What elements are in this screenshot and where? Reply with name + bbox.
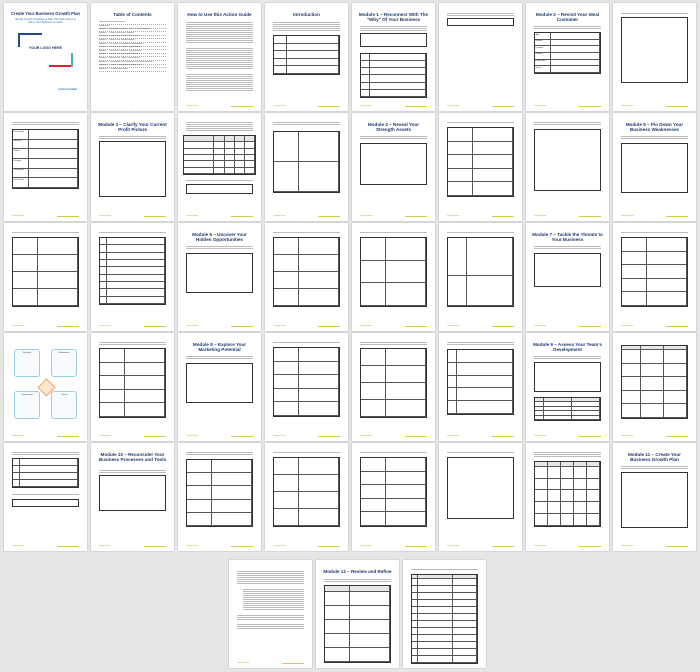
page-module-8-cont[interactable]: Company Name: [265, 333, 348, 441]
page-toc[interactable]: Table of Contents How to Use this Action…: [91, 3, 174, 111]
page-module-6-cont[interactable]: Company Name: [265, 223, 348, 331]
page-module-11[interactable]: Module 11 – Create Your Business Growth …: [613, 443, 696, 551]
table-cell[interactable]: [551, 33, 600, 40]
page-title: Module 8 – Explore Your Marketing Potent…: [192, 342, 247, 353]
table-row-label: Challenges: [13, 168, 30, 179]
page-module-3-cont[interactable]: Company Name: [265, 113, 348, 221]
table-row-label: Lifestyle: [13, 159, 30, 169]
page-module-1-cont[interactable]: Company Name: [439, 3, 522, 111]
page-title: How to Use this Action Guide: [187, 12, 252, 17]
table-cell[interactable]: [29, 168, 78, 179]
page-module-10-box[interactable]: Company Name: [439, 443, 522, 551]
page-module-6-table[interactable]: Company Name: [352, 223, 435, 331]
cover-subtitle: Identify Growth Obstacles & Map Out Acti…: [15, 18, 76, 24]
page-title: Module 10 – Reconsider Your Business Pro…: [98, 452, 167, 463]
page-module-6-extra[interactable]: Company Name: [439, 223, 522, 331]
toc-title: Table of Contents: [113, 12, 152, 17]
page-module-7-cont[interactable]: Company Name: [613, 223, 696, 331]
page-title: Module 12 – Review and Refine: [323, 569, 392, 574]
page-module-10[interactable]: Module 10 – Reconsider Your Business Pro…: [91, 443, 174, 551]
page-module-5[interactable]: Module 5 – Pin Down Your Business Weakne…: [613, 113, 696, 221]
page-module-10-cont[interactable]: Company Name: [178, 443, 261, 551]
page-title: Module 3 – Clarify Your Current Profit P…: [98, 122, 167, 133]
page-title: Module 1 – Reconnect With The "Why" Of Y…: [358, 12, 429, 23]
page-module-4-cont[interactable]: Company Name: [439, 113, 522, 221]
swot-opportunities: Opportunities: [14, 391, 40, 419]
page-module-2[interactable]: Module 2 – Revisit Your Ideal Customer A…: [526, 3, 609, 111]
page-module-5-list[interactable]: Company Name: [91, 223, 174, 331]
swot-strengths: Strengths: [14, 349, 40, 377]
page-module-4[interactable]: Module 4 – Reveal Your Strength Assets C…: [352, 113, 435, 221]
table-row-label: Gender: [535, 39, 552, 47]
table-row-label: Values: [13, 149, 30, 159]
page-module-3-table[interactable]: Company Name: [178, 113, 261, 221]
page-module-10-table[interactable]: Company Name: [265, 443, 348, 551]
page-title: Module 4 – Reveal Your Strength Assets: [367, 122, 420, 133]
page-title: Module 9 – Assess Your Team's Developmen…: [533, 342, 602, 353]
swot-weaknesses: Weaknesses: [51, 349, 77, 377]
page-module-8[interactable]: Module 8 – Explore Your Marketing Potent…: [178, 333, 261, 441]
page-module-8-list[interactable]: Company Name: [439, 333, 522, 441]
swot-threats: Threats: [51, 391, 77, 419]
page-module-10-grid[interactable]: Company Name: [526, 443, 609, 551]
page-module-5-cont[interactable]: Company Name: [4, 223, 87, 331]
cover-footer: Action Guide: [58, 87, 77, 91]
page-module-6[interactable]: Module 6 – Uncover Your Hidden Opportuni…: [178, 223, 261, 331]
page-module-8-table[interactable]: Company Name: [352, 333, 435, 441]
page-module-12-cont[interactable]: [403, 560, 486, 668]
page-module-1[interactable]: Module 1 – Reconnect With The "Why" Of Y…: [352, 3, 435, 111]
page-how-to[interactable]: How to Use this Action Guide Company Nam…: [178, 3, 261, 111]
table-cell[interactable]: [29, 139, 78, 150]
table-row-label: Interests: [13, 139, 30, 150]
table-cell[interactable]: [551, 39, 600, 47]
page-title: Module 6 – Uncover Your Hidden Opportuni…: [192, 232, 247, 243]
table-cell[interactable]: [29, 159, 78, 169]
module-1-table: [360, 53, 427, 98]
page-module-2-cont[interactable]: Company Name: [613, 3, 696, 111]
table-row-label: Income: [535, 52, 552, 60]
document-thumbnail-grid: Create Your Business Growth Plan Identif…: [0, 0, 700, 672]
cover-title: Create Your Business Growth Plan: [11, 11, 80, 16]
table-row-label: Location: [535, 46, 552, 53]
table-row-label: Profession: [535, 59, 552, 67]
page-module-7[interactable]: Module 7 – Tackle the Threats to Your Bu…: [526, 223, 609, 331]
page-title: Module 7 – Tackle the Threats to Your Bu…: [532, 232, 603, 243]
table-row-label: Pain Points: [13, 178, 30, 188]
table-cell[interactable]: [551, 59, 600, 67]
page-intro[interactable]: Introduction Company Name: [265, 3, 348, 111]
page-title: Introduction: [293, 12, 320, 17]
table-cell[interactable]: [551, 52, 600, 60]
page-title: Module 11 – Create Your Business Growth …: [628, 452, 681, 463]
page-swot[interactable]: Strengths Weaknesses Opportunities Threa…: [4, 333, 87, 441]
table-cell[interactable]: [29, 178, 78, 188]
page-profile[interactable]: Personality Interests Values Lifestyle Chall…: [4, 113, 87, 221]
page-cover[interactable]: Create Your Business Growth Plan Identif…: [4, 3, 87, 111]
page-module-9[interactable]: Module 9 – Assess Your Team's Developmen…: [526, 333, 609, 441]
table-cell[interactable]: [29, 130, 78, 140]
page-module-11-cont[interactable]: Company Name: [229, 560, 312, 668]
profile-table: Personality Interests Values Lifestyle Chall…: [12, 129, 79, 189]
page-module-9-cont[interactable]: Company Name: [613, 333, 696, 441]
profit-table: [183, 135, 256, 175]
table-row-label: Goals: [535, 66, 552, 73]
page-swot-cont[interactable]: Company Name: [91, 333, 174, 441]
logo-text: YOUR LOGO HERE: [29, 46, 62, 50]
page-module-3[interactable]: Module 3 – Clarify Your Current Profit P…: [91, 113, 174, 221]
page-module-4-box[interactable]: Company Name: [526, 113, 609, 221]
page-title: Module 5 – Pin Down Your Business Weakne…: [625, 122, 684, 133]
table-cell[interactable]: [551, 46, 600, 53]
page-module-9-list[interactable]: Company Name: [4, 443, 87, 551]
page-module-10-extra[interactable]: Company Name: [352, 443, 435, 551]
logo-placeholder: YOUR LOGO HERE: [18, 33, 73, 67]
toc-item[interactable]: Module 12 – Review and Refine: [99, 68, 166, 72]
page-module-12[interactable]: Module 12 – Review and Refine: [316, 560, 399, 668]
page-title: Module 2 – Revisit Your Ideal Customer: [535, 12, 600, 23]
table-row-label: Age: [535, 33, 552, 40]
table-cell[interactable]: [551, 66, 600, 73]
table-row-label: Personality: [13, 130, 30, 140]
customer-table: Age Gender Location Income Profession Goals: [534, 32, 601, 74]
table-cell[interactable]: [29, 149, 78, 159]
intro-table: [273, 35, 340, 75]
